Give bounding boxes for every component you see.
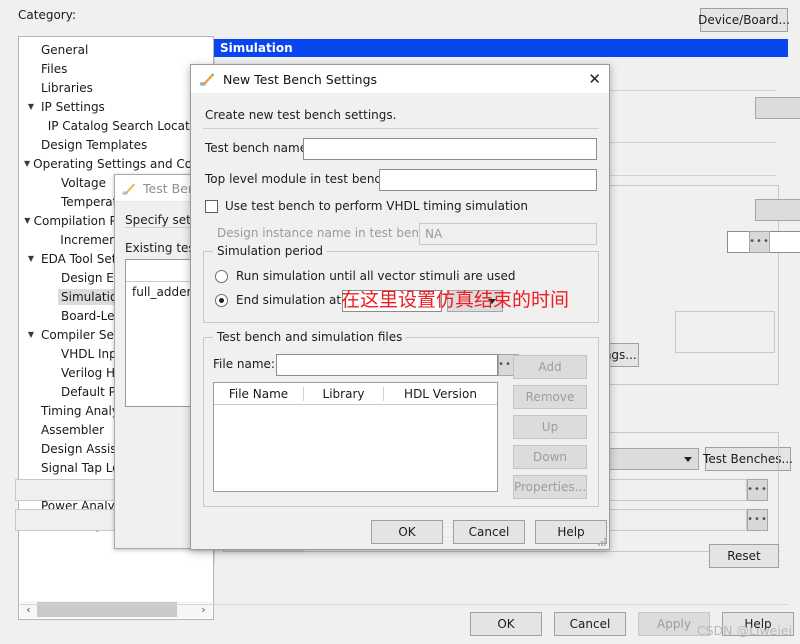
- sidebar-item-label: IP Settings: [41, 99, 105, 114]
- cell-name: full_adder_: [132, 285, 198, 299]
- column-header-file-name[interactable]: File Name: [214, 386, 304, 401]
- cancel-button[interactable]: Cancel: [554, 612, 626, 636]
- description-divider: [203, 128, 599, 129]
- radio-run-all-label: Run simulation until all vector stimuli …: [236, 269, 516, 283]
- top-level-module-label: Top level module in test bench:: [205, 172, 393, 186]
- nativelink-subpanel: [675, 311, 775, 353]
- cancel-button[interactable]: Cancel: [453, 520, 525, 544]
- vhdl-timing-checkbox-label: Use test bench to perform VHDL timing si…: [225, 199, 528, 213]
- chinese-annotation: 在这里设置仿真结束的时间: [341, 289, 570, 311]
- dialog-footer-buttons: OK Cancel Help: [371, 520, 607, 544]
- chevron-down-icon[interactable]: ▼: [24, 254, 38, 263]
- sidebar-item-ip-settings[interactable]: ▼ IP Settings: [20, 97, 212, 116]
- test-bench-name-input[interactable]: [303, 138, 597, 160]
- column-header-hdl-version[interactable]: HDL Version: [384, 387, 497, 401]
- radio-run-all-row[interactable]: Run simulation until all vector stimuli …: [215, 269, 515, 283]
- category-label: Category:: [18, 8, 76, 22]
- tool-name-combo[interactable]: [755, 97, 800, 119]
- column-header-library[interactable]: Library: [304, 386, 384, 401]
- file-name-input[interactable]: [276, 354, 498, 376]
- design-instance-value: NA: [419, 223, 597, 245]
- top-level-module-input[interactable]: [379, 169, 597, 191]
- sidebar-item-label: General: [41, 42, 89, 57]
- button-label: Up: [541, 420, 559, 434]
- checkbox-icon[interactable]: [205, 199, 218, 213]
- button-label: Down: [532, 450, 567, 464]
- close-icon[interactable]: ✕: [588, 71, 601, 87]
- button-label: Apply: [657, 617, 691, 631]
- button-label: OK: [497, 617, 515, 631]
- sidebar-item-label: Design Templates: [41, 137, 148, 152]
- button-label: OK: [398, 525, 416, 539]
- sidebar-item-general[interactable]: General: [20, 40, 212, 59]
- down-button: Down: [513, 445, 587, 469]
- test-bench-files-table[interactable]: File Name Library HDL Version: [213, 382, 498, 492]
- button-label: Cancel: [468, 525, 510, 539]
- button-label: Properties...: [513, 480, 587, 494]
- sidebar-item-files[interactable]: Files: [20, 59, 212, 78]
- help-button[interactable]: Help: [535, 520, 607, 544]
- pencil-icon: [121, 180, 137, 196]
- device-board-button[interactable]: Device/Board...: [698, 8, 790, 32]
- pencil-icon: [199, 71, 215, 87]
- button-label: Add: [538, 360, 562, 374]
- radio-icon-run-all[interactable]: [215, 269, 228, 283]
- nativelink-mode-combo[interactable]: [755, 199, 800, 221]
- ok-button[interactable]: OK: [470, 612, 542, 636]
- dialog-description: Create new test bench settings.: [205, 108, 397, 122]
- sidebar-item-operating-settings-and-conditions[interactable]: ▼Operating Settings and Conditions: [20, 154, 212, 173]
- design-instance-label: Design instance name in test bench:: [217, 226, 438, 240]
- simulation-period-label: Simulation period: [213, 244, 327, 258]
- simulation-period-group: Simulation period: [203, 244, 599, 323]
- radio-icon-end-at[interactable]: [215, 293, 228, 307]
- button-label: Remove: [525, 390, 575, 404]
- button-label: Help: [557, 525, 585, 539]
- chevron-down-icon[interactable]: ▼: [24, 102, 38, 111]
- dialog-title: New Test Bench Settings: [223, 71, 378, 87]
- sidebar-item-label: Files: [41, 61, 68, 76]
- watermark: CSDN @Liweiei: [696, 623, 792, 638]
- browse-button-3[interactable]: •••: [747, 509, 768, 531]
- reset-button[interactable]: Reset: [709, 544, 779, 568]
- application-window: Category: Device/Board... General Files Li…: [0, 0, 800, 644]
- remove-button: Remove: [513, 385, 587, 409]
- existing-testbench-label: Existing test: [125, 241, 200, 255]
- section-header-simulation: Simulation: [214, 39, 788, 57]
- ok-button[interactable]: OK: [371, 520, 443, 544]
- test-benches-description: Specify setti: [125, 213, 199, 227]
- test-bench-name-label: Test bench name:: [205, 141, 312, 155]
- properties-button: Properties...: [513, 475, 587, 499]
- test-bench-files-label: Test bench and simulation files: [213, 330, 407, 344]
- sidebar-item-label: Assembler: [41, 422, 105, 437]
- resize-grip[interactable]: [598, 538, 607, 547]
- test-benches-title: Test Ben: [143, 180, 196, 196]
- up-button: Up: [513, 415, 587, 439]
- sidebar-item-label: IP Catalog Search Location: [47, 118, 208, 133]
- sidebar-item-design-templates[interactable]: Design Templates: [20, 135, 212, 154]
- button-label: Cancel: [569, 617, 611, 631]
- sidebar-item-label: Operating Settings and Conditions: [33, 156, 212, 171]
- file-name-label: File name:: [213, 357, 275, 371]
- add-button: Add: [513, 355, 587, 379]
- radio-end-at-label: End simulation at:: [236, 293, 346, 307]
- sidebar-item-libraries[interactable]: Libraries: [20, 78, 212, 97]
- vhdl-timing-checkbox-row[interactable]: Use test bench to perform VHDL timing si…: [205, 199, 528, 213]
- sidebar-item-ip-catalog-search-location[interactable]: IP Catalog Search Location: [20, 116, 212, 135]
- radio-end-at-row[interactable]: End simulation at:: [215, 293, 345, 307]
- file-table-side-buttons: Add Remove Up Down Properties...: [513, 355, 587, 499]
- sidebar-item-label: Voltage: [61, 175, 107, 190]
- browse-button-1[interactable]: •••: [749, 231, 770, 253]
- sidebar-item-label: Libraries: [41, 80, 93, 95]
- chevron-down-icon[interactable]: ▼: [24, 216, 31, 225]
- footer-divider: [18, 604, 788, 605]
- file-table-header: File Name Library HDL Version: [214, 383, 497, 405]
- chevron-down-icon[interactable]: ▼: [24, 330, 38, 339]
- browse-button-2[interactable]: •••: [747, 479, 768, 501]
- dialog-titlebar: New Test Bench Settings ✕: [191, 65, 609, 93]
